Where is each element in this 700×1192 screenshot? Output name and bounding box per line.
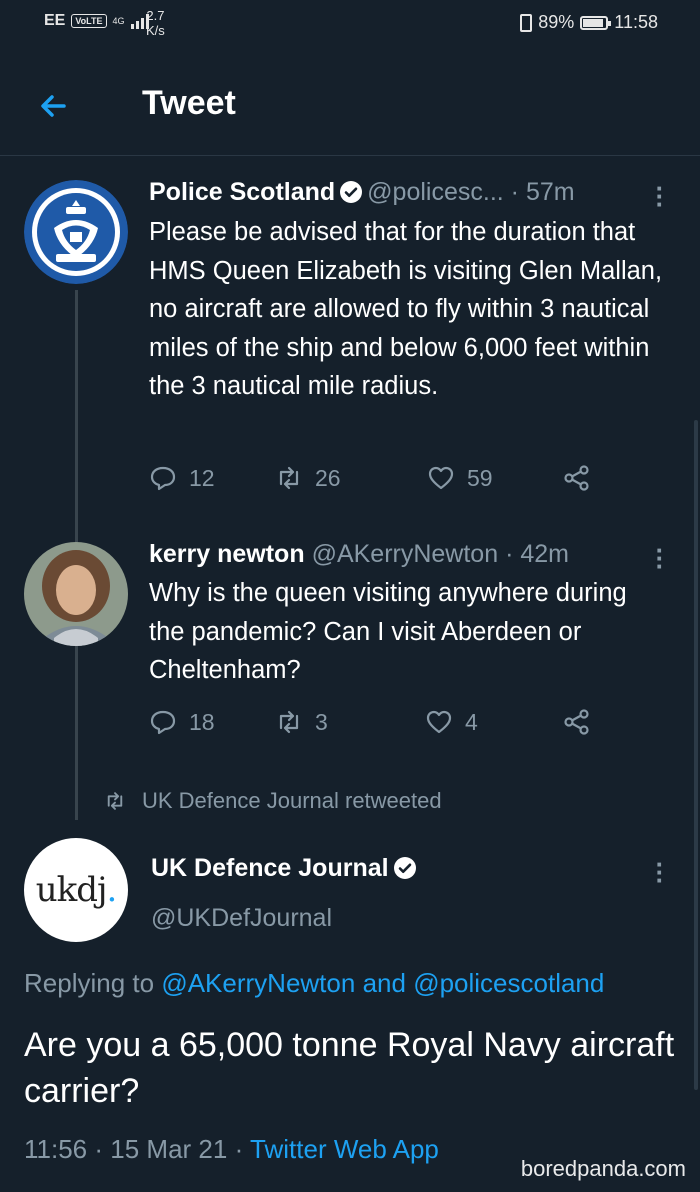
tweet-actions: 18 3 4 — [149, 708, 599, 742]
network-speed: 2.7 K/s — [146, 8, 165, 38]
heart-icon — [428, 466, 454, 490]
share-icon — [564, 465, 589, 491]
like-count: 59 — [467, 464, 493, 491]
author-name[interactable]: Police Scotland — [149, 178, 335, 206]
retweet-icon — [107, 792, 123, 810]
police-badge-icon — [24, 180, 128, 284]
author-handle[interactable]: @policesc... — [367, 178, 504, 206]
source-app-link[interactable]: Twitter Web App — [250, 1134, 439, 1164]
retweeted-by-text: UK Defence Journal retweeted — [142, 788, 442, 813]
retweet-button[interactable]: 3 — [275, 708, 328, 736]
battery-percent: 89% — [538, 12, 575, 32]
share-icon — [564, 709, 589, 735]
verified-badge-icon — [393, 857, 416, 879]
reply-count: 18 — [189, 708, 215, 735]
author-handle[interactable]: @UKDefJournal — [151, 904, 332, 932]
app-header: Tweet — [0, 62, 700, 156]
status-right: 89% 11:58 — [520, 12, 658, 33]
tweet-header: kerry newton @AKerryNewton · 42m — [149, 540, 569, 569]
retweet-button[interactable]: 26 — [275, 464, 341, 492]
tweet-time: 11:56 — [24, 1134, 88, 1164]
tweet-text: Please be advised that for the duration … — [149, 218, 663, 400]
author-handle[interactable]: @AKerryNewton — [312, 540, 499, 568]
clock: 11:58 — [614, 12, 658, 32]
kerry-newton-avatar[interactable] — [24, 542, 128, 646]
main-tweet-author: UK Defence Journal — [151, 854, 421, 883]
ukdj-logo-dot: . — [106, 870, 118, 910]
mention-link[interactable]: @AKerryNewton — [161, 968, 355, 998]
more-options-icon[interactable]: · · · — [655, 851, 665, 893]
ukdj-logo-text: ukdj — [35, 870, 108, 910]
back-arrow-icon[interactable] — [34, 86, 74, 126]
tweet-page: EE VoLTE 4G 2.7 K/s 89% 11:58 Tweet Poli… — [0, 0, 700, 1192]
ukdj-avatar[interactable]: ukdj. — [24, 838, 128, 942]
status-bar: EE VoLTE 4G 2.7 K/s 89% 11:58 — [0, 0, 700, 50]
tweet-actions: 12 26 59 — [149, 464, 599, 498]
replying-and: and — [362, 968, 406, 998]
replying-to: Replying to @AKerryNewton and @policesco… — [24, 968, 604, 999]
more-options-icon[interactable]: · · · — [655, 175, 665, 217]
like-count: 4 — [465, 708, 478, 735]
tweet-time: · 57m — [510, 178, 575, 206]
tweet-time: · 42m — [505, 540, 569, 568]
retweet-icon — [279, 466, 299, 490]
author-name[interactable]: kerry newton — [149, 540, 305, 568]
replying-prefix: Replying to — [24, 968, 155, 998]
page-title: Tweet — [142, 84, 236, 122]
share-button[interactable] — [563, 464, 591, 492]
retweet-count: 26 — [315, 464, 341, 491]
main-tweet-handle: @UKDefJournal — [151, 904, 332, 933]
watermark: boredpanda.com — [520, 1156, 686, 1181]
heart-icon — [426, 710, 452, 734]
more-options-icon[interactable]: · · · — [655, 537, 665, 579]
battery-fill — [583, 18, 603, 27]
reply-button[interactable]: 12 — [149, 464, 215, 492]
reply-count: 12 — [189, 464, 215, 491]
tweet-text: Why is the queen visiting anywhere durin… — [149, 579, 627, 684]
main-tweet-text: Are you a 65,000 tonne Royal Navy aircra… — [24, 1026, 675, 1110]
mention-link[interactable]: @policescotland — [413, 968, 604, 998]
like-button[interactable]: 4 — [425, 708, 478, 736]
reply-icon — [150, 466, 176, 491]
ukdj-logo: ukdj. — [35, 870, 118, 910]
verified-badge-icon — [340, 181, 363, 203]
battery-icon — [580, 15, 612, 30]
speed-value: 2.7 — [146, 8, 165, 23]
scrollbar[interactable] — [694, 420, 698, 1090]
speed-unit: K/s — [146, 23, 165, 38]
meta-separator: · — [234, 1134, 244, 1164]
retweet-icon — [279, 710, 299, 734]
like-button[interactable]: 59 — [427, 464, 493, 492]
meta-separator: · — [94, 1134, 104, 1164]
share-button[interactable] — [563, 708, 591, 736]
police-scotland-avatar[interactable] — [24, 180, 128, 284]
volte-badge: VoLTE — [71, 14, 107, 28]
tweet-date: 15 Mar 21 — [110, 1134, 228, 1164]
carrier-label: EE — [44, 12, 66, 29]
network-type: 4G — [112, 16, 125, 26]
retweet-count: 3 — [315, 708, 328, 735]
tweet-meta: 11:56 · 15 Mar 21 · Twitter Web App — [24, 1134, 439, 1165]
reply-icon — [150, 710, 176, 735]
profile-photo — [24, 542, 128, 646]
status-left: EE VoLTE 4G — [44, 12, 149, 30]
tweet-header: Police Scotland @policesc... · 57m — [149, 178, 575, 207]
retweeted-by-label: UK Defence Journal retweeted — [104, 788, 442, 814]
author-name[interactable]: UK Defence Journal — [151, 854, 389, 882]
reply-button[interactable]: 18 — [149, 708, 215, 736]
vibrate-icon — [520, 13, 533, 32]
